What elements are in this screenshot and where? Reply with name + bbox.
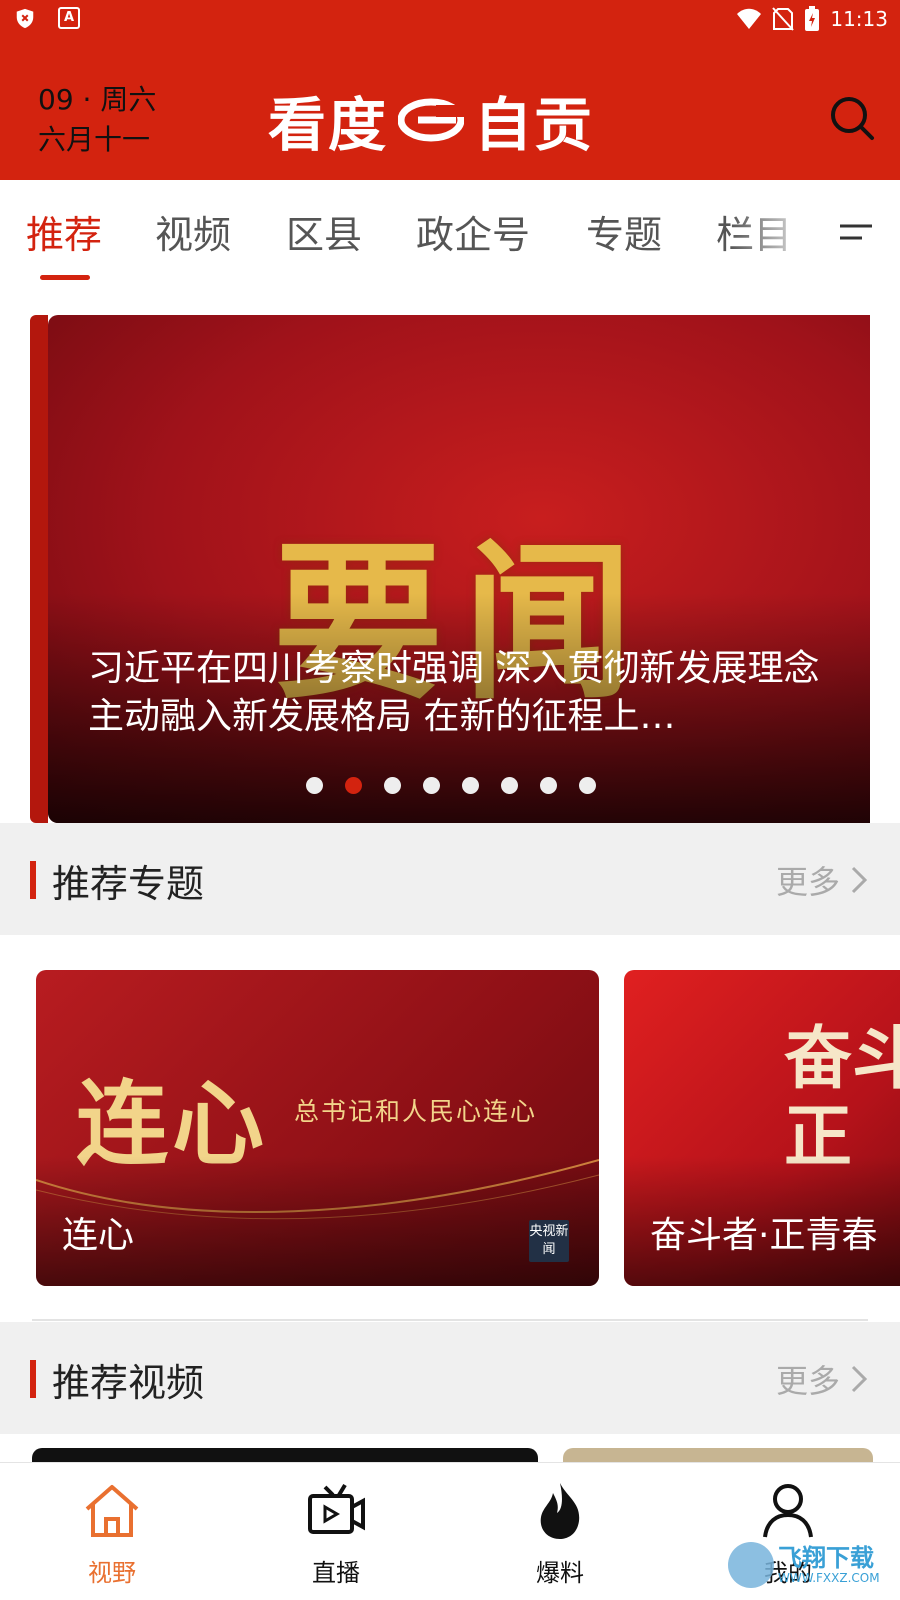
card-art-text: 奋斗 正	[784, 1019, 900, 1177]
category-tabs: 推荐 视频 区县 政企号 专题 栏目	[0, 180, 900, 290]
section-header-videos: 推荐视频 更多	[0, 1322, 900, 1434]
user-icon	[763, 1484, 813, 1538]
topic-card-fendouzhe[interactable]: 奋斗 正 奋斗者·正青春	[624, 970, 900, 1286]
banner-title: 习近平在四川考察时强调 深入贯彻新发展理念主动融入新发展格局 在新的征程上…	[88, 648, 820, 737]
carousel-dot[interactable]	[540, 777, 557, 794]
topic-card-lianxin[interactable]: 连心 总书记和人民心连心 央视新闻 连心	[36, 970, 599, 1286]
live-tv-icon	[308, 1483, 365, 1534]
nav-item-home[interactable]: 视野	[52, 1479, 172, 1588]
nav-label: 直播	[312, 1559, 360, 1587]
nav-item-live[interactable]: 直播	[276, 1479, 396, 1588]
more-label: 更多	[775, 1362, 840, 1400]
status-bar: A 11:13	[0, 0, 900, 40]
carousel-dot[interactable]	[306, 777, 323, 794]
battery-charging-icon	[805, 6, 820, 31]
more-label: 更多	[775, 863, 840, 901]
section-header-topics: 推荐专题 更多	[0, 823, 900, 935]
cctv-news-badge: 央视新闻	[529, 1220, 569, 1262]
home-icon	[85, 1485, 139, 1537]
card-label: 奋斗者·正青春	[650, 1215, 878, 1256]
date-line-solar: 09 · 周六	[38, 83, 157, 116]
tab-district[interactable]: 区县	[286, 204, 362, 259]
section-title-topics: 推荐专题	[52, 862, 205, 906]
watermark-text-block: 飞翔下载 WWW.FXXZ.COM	[778, 1545, 880, 1585]
app-header: A 11:13 09 · 周六 六月十一 看度 自贡	[0, 0, 900, 180]
nav-label: 视野	[88, 1559, 136, 1587]
tab-video[interactable]: 视频	[155, 204, 231, 259]
section-accent-bar	[30, 861, 36, 899]
card-label: 连心	[62, 1215, 135, 1256]
carousel-dot[interactable]	[579, 777, 596, 794]
date-line-lunar: 六月十一	[38, 123, 151, 156]
logo-text-left: 看度	[268, 91, 389, 159]
section-title-videos: 推荐视频	[52, 1361, 205, 1405]
chevron-right-icon	[851, 1365, 868, 1393]
app-logo: 看度 自贡	[268, 80, 594, 160]
shield-x-icon	[16, 8, 34, 29]
active-tab-indicator	[40, 275, 90, 280]
more-videos-link[interactable]: 更多	[776, 1356, 870, 1402]
more-topics-link[interactable]: 更多	[776, 857, 870, 903]
tab-recommend[interactable]: 推荐	[26, 204, 102, 259]
carousel-dot-active[interactable]	[345, 777, 362, 794]
tab-fade-overlay	[730, 180, 840, 280]
tab-topics[interactable]: 专题	[586, 204, 662, 259]
watermark-url: WWW.FXXZ.COM	[778, 1571, 880, 1585]
watermark: 飞翔下载 WWW.FXXZ.COM	[728, 1538, 890, 1592]
carousel-dot[interactable]	[462, 777, 479, 794]
section-divider	[32, 1319, 868, 1321]
tab-gov-enterprise[interactable]: 政企号	[416, 204, 530, 259]
logo-mark-icon	[398, 98, 465, 142]
search-icon[interactable]	[828, 94, 876, 142]
news-banner[interactable]: 要闻 习近平在四川考察时强调 深入贯彻新发展理念主动融入新发展格局 在新的征程上…	[48, 315, 870, 823]
carousel-dots	[306, 777, 596, 794]
carousel-dot[interactable]	[384, 777, 401, 794]
flame-icon	[540, 1483, 580, 1539]
no-sim-icon	[772, 7, 795, 31]
banner-previous-slide[interactable]	[30, 315, 48, 823]
chevron-right-icon	[851, 866, 868, 894]
carousel-dot[interactable]	[423, 777, 440, 794]
carousel-dot[interactable]	[501, 777, 518, 794]
date-display: 09 · 周六 六月十一	[38, 80, 156, 160]
nav-item-tipoff[interactable]: 爆料	[500, 1479, 620, 1588]
status-time: 11:13	[830, 7, 888, 31]
nav-label: 爆料	[536, 1559, 584, 1587]
watermark-text: 飞翔下载	[778, 1544, 874, 1572]
logo-text-right: 自贡	[474, 91, 595, 159]
section-accent-bar	[30, 1360, 36, 1398]
wifi-icon	[737, 8, 762, 29]
menu-icon[interactable]	[838, 218, 874, 248]
watermark-logo	[728, 1542, 774, 1588]
a-badge-icon: A	[58, 7, 80, 29]
